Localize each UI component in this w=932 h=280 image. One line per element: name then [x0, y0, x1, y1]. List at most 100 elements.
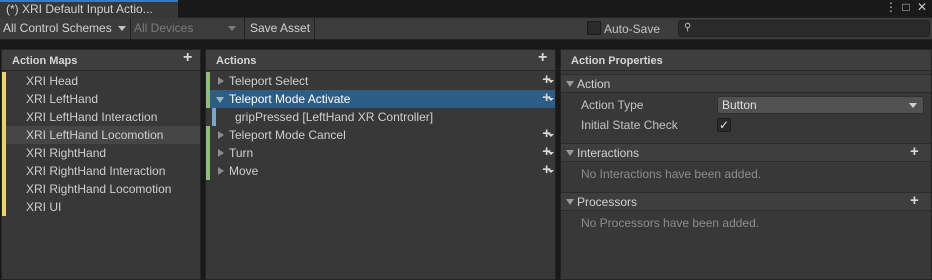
action-maps-panel: Action Maps + XRI Head XRI LeftHand XRI Le…	[1, 49, 201, 280]
action-item[interactable]: Turn +	[206, 143, 555, 162]
add-binding-button[interactable]: +	[542, 143, 554, 161]
chevron-down-icon	[548, 98, 554, 101]
interactions-section-label: Interactions	[577, 146, 640, 160]
action-map-item[interactable]: XRI RightHand	[2, 144, 200, 162]
action-properties-panel: Action Properties Action Action Type But…	[560, 49, 932, 280]
action-map-label: XRI LeftHand Interaction	[26, 110, 158, 124]
interactions-section-header[interactable]: Interactions +	[561, 143, 931, 162]
add-processor-button[interactable]: +	[910, 192, 919, 209]
add-binding-button[interactable]: +	[542, 161, 554, 179]
processors-section-label: Processors	[577, 195, 638, 209]
action-map-color-strip	[2, 198, 6, 216]
action-map-label: XRI Head	[26, 74, 79, 88]
initial-state-checkbox[interactable]: ✓	[717, 118, 731, 132]
action-maps-header: Action Maps +	[2, 49, 200, 71]
add-binding-button[interactable]: +	[542, 71, 554, 89]
action-section-header[interactable]: Action	[561, 74, 931, 93]
chevron-down-icon	[118, 26, 126, 31]
chevron-right-icon[interactable]	[218, 167, 224, 175]
action-item[interactable]: Move +	[206, 161, 555, 180]
search-icon: ⚲	[684, 22, 692, 33]
initial-state-check-label: Initial State Check	[581, 118, 678, 132]
devices-dropdown[interactable]: All Devices	[131, 18, 245, 39]
add-action-map-button[interactable]: +	[183, 49, 192, 67]
chevron-down-icon	[566, 81, 574, 87]
action-color-strip	[206, 90, 210, 108]
action-type-dropdown[interactable]: Button	[717, 96, 924, 114]
save-asset-button[interactable]: Save Asset	[246, 18, 316, 39]
window-tab-title: (*) XRI Default Input Actio...	[6, 2, 153, 16]
action-map-label: XRI LeftHand	[26, 92, 99, 106]
add-action-button[interactable]: +	[538, 49, 547, 67]
chevron-down-icon	[909, 103, 917, 108]
action-label: Teleport Mode Activate	[229, 92, 351, 106]
chevron-down-icon	[548, 134, 554, 137]
actions-header: Actions +	[206, 49, 555, 71]
auto-save-label: Auto-Save	[604, 22, 661, 36]
binding-item[interactable]: gripPressed [LeftHand XR Controller]	[206, 108, 555, 126]
action-label: Teleport Select	[229, 74, 309, 88]
actions-panel: Actions + Teleport Select + Teleport Mode …	[205, 49, 556, 280]
action-properties-title: Action Properties	[571, 55, 663, 67]
chevron-right-icon[interactable]	[218, 149, 224, 157]
auto-save-checkbox[interactable]	[587, 21, 601, 35]
action-map-item[interactable]: XRI Head	[2, 72, 200, 90]
action-label: Turn	[229, 146, 254, 160]
chevron-right-icon[interactable]	[218, 131, 224, 139]
action-color-strip	[206, 72, 210, 90]
control-schemes-label: All Control Schemes	[3, 21, 112, 35]
action-properties-header: Action Properties	[561, 50, 931, 71]
chevron-down-icon	[566, 199, 574, 205]
action-item[interactable]: Teleport Mode Cancel +	[206, 125, 555, 144]
action-map-label: XRI RightHand Locomotion	[26, 182, 172, 196]
toolbar: All Control Schemes All Devices Save Ass…	[0, 18, 932, 40]
search-input[interactable]: ⚲	[678, 20, 930, 37]
window-tab[interactable]: (*) XRI Default Input Actio...	[0, 0, 178, 18]
action-map-item[interactable]: XRI LeftHand Interaction	[2, 108, 200, 126]
action-map-color-strip	[2, 108, 6, 126]
window-menu-icon[interactable]: ⋮	[884, 0, 898, 16]
processors-section-header[interactable]: Processors +	[561, 192, 931, 211]
maximize-icon[interactable]: □	[899, 0, 913, 16]
add-interaction-button[interactable]: +	[910, 143, 919, 160]
action-map-label: XRI RightHand	[26, 146, 107, 160]
action-label: Teleport Mode Cancel	[229, 128, 346, 142]
action-color-strip	[206, 162, 210, 180]
actions-title: Actions	[216, 55, 257, 67]
chevron-down-icon	[548, 170, 554, 173]
control-schemes-dropdown[interactable]: All Control Schemes	[0, 18, 131, 39]
action-map-item[interactable]: XRI UI	[2, 198, 200, 216]
chevron-right-icon[interactable]	[218, 77, 224, 85]
processors-empty-message: No Processors have been added.	[581, 216, 760, 230]
action-map-label: XRI RightHand Interaction	[26, 164, 166, 178]
chevron-down-icon	[548, 152, 554, 155]
action-maps-title: Action Maps	[12, 55, 78, 67]
window-tab-bar: (*) XRI Default Input Actio... ⋮ □ ✕	[0, 0, 932, 18]
close-icon[interactable]: ✕	[915, 0, 929, 16]
action-map-color-strip	[2, 162, 6, 180]
action-map-color-strip	[2, 126, 6, 144]
binding-label: gripPressed [LeftHand XR Controller]	[235, 110, 434, 124]
action-map-color-strip	[2, 72, 6, 90]
add-binding-button[interactable]: +	[542, 125, 554, 143]
action-map-color-strip	[2, 90, 6, 108]
action-item[interactable]: Teleport Mode Activate +	[206, 89, 555, 108]
action-color-strip	[206, 126, 210, 144]
binding-color-strip	[212, 108, 216, 126]
action-map-label: XRI LeftHand Locomotion	[26, 128, 164, 142]
action-type-value: Button	[722, 98, 757, 112]
action-type-label: Action Type	[581, 98, 644, 112]
add-binding-button[interactable]: +	[542, 89, 554, 107]
action-map-color-strip	[2, 180, 6, 198]
devices-label: All Devices	[134, 21, 194, 35]
action-map-item[interactable]: XRI LeftHand	[2, 90, 200, 108]
chevron-down-icon[interactable]	[216, 97, 224, 103]
chevron-down-icon	[228, 26, 236, 31]
action-section-label: Action	[577, 77, 611, 91]
chevron-down-icon	[548, 80, 554, 83]
action-map-item[interactable]: XRI RightHand Interaction	[2, 162, 200, 180]
action-item[interactable]: Teleport Select +	[206, 71, 555, 90]
action-map-item[interactable]: XRI RightHand Locomotion	[2, 180, 200, 198]
action-map-item[interactable]: XRI LeftHand Locomotion	[2, 126, 200, 144]
action-map-color-strip	[2, 144, 6, 162]
